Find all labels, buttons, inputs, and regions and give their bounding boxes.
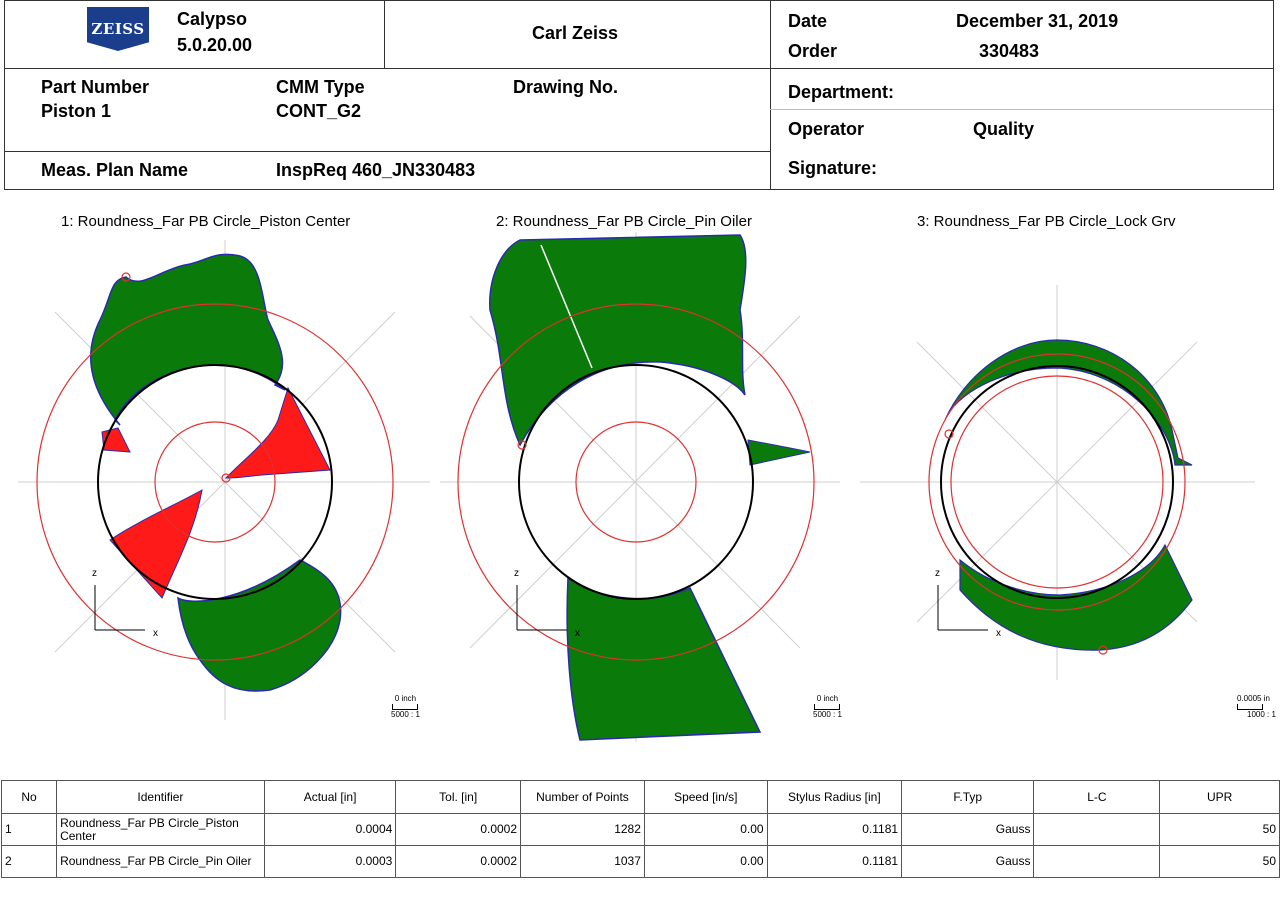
deviation-area [177, 559, 342, 692]
order-label: Order [788, 41, 838, 61]
table-cell: 0.0002 [395, 845, 522, 878]
under-area [109, 489, 203, 599]
app-name: Calypso [177, 9, 248, 29]
column-header: No [0, 780, 58, 814]
column-header: UPR [1159, 780, 1280, 814]
report-header: ZEISS Calypso 5.0.20.00 Carl Zeiss Date … [4, 0, 1274, 190]
z-axis-label: z [92, 568, 97, 579]
roundness-plot-3 [860, 285, 1255, 680]
z-axis-label: z [935, 568, 940, 579]
deviation-area [747, 439, 811, 466]
divider [770, 109, 1273, 110]
operator-label: Operator [788, 119, 865, 139]
table-cell: 0.0003 [263, 845, 397, 878]
part-number-label: Part Number [41, 77, 150, 97]
deviation-area [89, 253, 286, 426]
table-cell: 0.0002 [395, 813, 522, 846]
part-number-value: Piston 1 [41, 101, 112, 121]
scale-indicator: 0 inch 5000 : 1 [391, 694, 420, 720]
table-cell: Roundness_Far PB Circle_Piston Center [56, 813, 265, 846]
cmm-type-label: CMM Type [276, 77, 365, 97]
table-cell: 1037 [520, 845, 645, 878]
scale-ratio: 5000 : 1 [813, 710, 842, 719]
table-cell: 0.00 [643, 845, 768, 878]
order-value: 330483 [979, 41, 1040, 61]
table-header-row: No Identifier Actual [in] Tol. [in] Numb… [0, 780, 1280, 814]
x-axis-label: x [575, 628, 580, 639]
operator-value: Quality [973, 119, 1035, 139]
column-header: Speed [in/s] [643, 780, 768, 814]
scale-ratio: 1000 : 1 [1247, 710, 1276, 719]
table-cell: 0.1181 [766, 845, 903, 878]
signature-label: Signature: [788, 158, 878, 178]
axis-indicator [94, 585, 145, 631]
scale-value: 0.0005 in [1237, 694, 1270, 703]
column-header: Actual [in] [263, 780, 397, 814]
divider [770, 1, 771, 189]
column-header: Number of Points [520, 780, 645, 814]
table-cell: 0.0004 [263, 813, 397, 846]
axis-indicator [516, 585, 567, 631]
meas-plan-value: InspReq 460_JN330483 [276, 160, 476, 180]
divider [384, 1, 385, 69]
deviation-area [944, 339, 1193, 466]
roundness-plots [18, 232, 1255, 742]
table-cell: 0.00 [643, 813, 768, 846]
roundness-plot-2 [440, 232, 840, 742]
scale-indicator: 0 inch 5000 : 1 [813, 694, 842, 720]
x-axis-label: x [153, 628, 158, 639]
table-cell: 2 [0, 845, 58, 878]
drawing-label: Drawing No. [513, 77, 619, 97]
table-cell: 0.1181 [766, 813, 903, 846]
department-label: Department: [788, 82, 895, 102]
column-header: Stylus Radius [in] [766, 780, 903, 814]
divider [5, 68, 1273, 69]
table-cell: 50 [1159, 845, 1280, 878]
results-table: No Identifier Actual [in] Tol. [in] Numb… [0, 780, 1280, 878]
table-row: 2 Roundness_Far PB Circle_Pin Oiler 0.00… [0, 845, 1280, 878]
table-cell [1033, 813, 1161, 846]
roundness-plot-1 [18, 240, 430, 720]
company-name: Carl Zeiss [532, 23, 619, 43]
table-cell [1033, 845, 1161, 878]
meas-plan-label: Meas. Plan Name [41, 160, 189, 180]
column-header: Identifier [56, 780, 265, 814]
scale-ratio: 5000 : 1 [391, 710, 420, 719]
column-header: L-C [1033, 780, 1161, 814]
table-cell: Gauss [901, 813, 1035, 846]
deviation-area [566, 576, 762, 741]
cmm-type-value: CONT_G2 [276, 101, 362, 121]
table-cell: 1 [0, 813, 58, 846]
scale-value: 0 inch [394, 694, 417, 703]
column-header: Tol. [in] [395, 780, 522, 814]
plot-title: 3: Roundness_Far PB Circle_Lock Grv [917, 213, 1176, 230]
table-cell: Gauss [901, 845, 1035, 878]
plot-title: 2: Roundness_Far PB Circle_Pin Oiler [496, 213, 752, 230]
scale-indicator: 0.0005 in 1000 : 1 [1237, 694, 1280, 720]
logo-text: ZEISS [91, 20, 145, 38]
scale-value: 0 inch [816, 694, 839, 703]
table-cell: Roundness_Far PB Circle_Pin Oiler [56, 845, 265, 878]
date-label: Date [788, 11, 828, 31]
z-axis-label: z [514, 568, 519, 579]
table-cell: 50 [1159, 813, 1280, 846]
zeiss-logo: ZEISS [87, 7, 149, 51]
table-cell: 1282 [520, 813, 645, 846]
under-area [224, 386, 331, 479]
app-version: 5.0.20.00 [177, 35, 253, 55]
column-header: F.Typ [901, 780, 1035, 814]
date-value: December 31, 2019 [956, 11, 1119, 31]
plot-title: 1: Roundness_Far PB Circle_Piston Center [61, 213, 351, 230]
table-row: 1 Roundness_Far PB Circle_Piston Center … [0, 813, 1280, 846]
divider [5, 151, 770, 152]
x-axis-label: x [996, 628, 1001, 639]
